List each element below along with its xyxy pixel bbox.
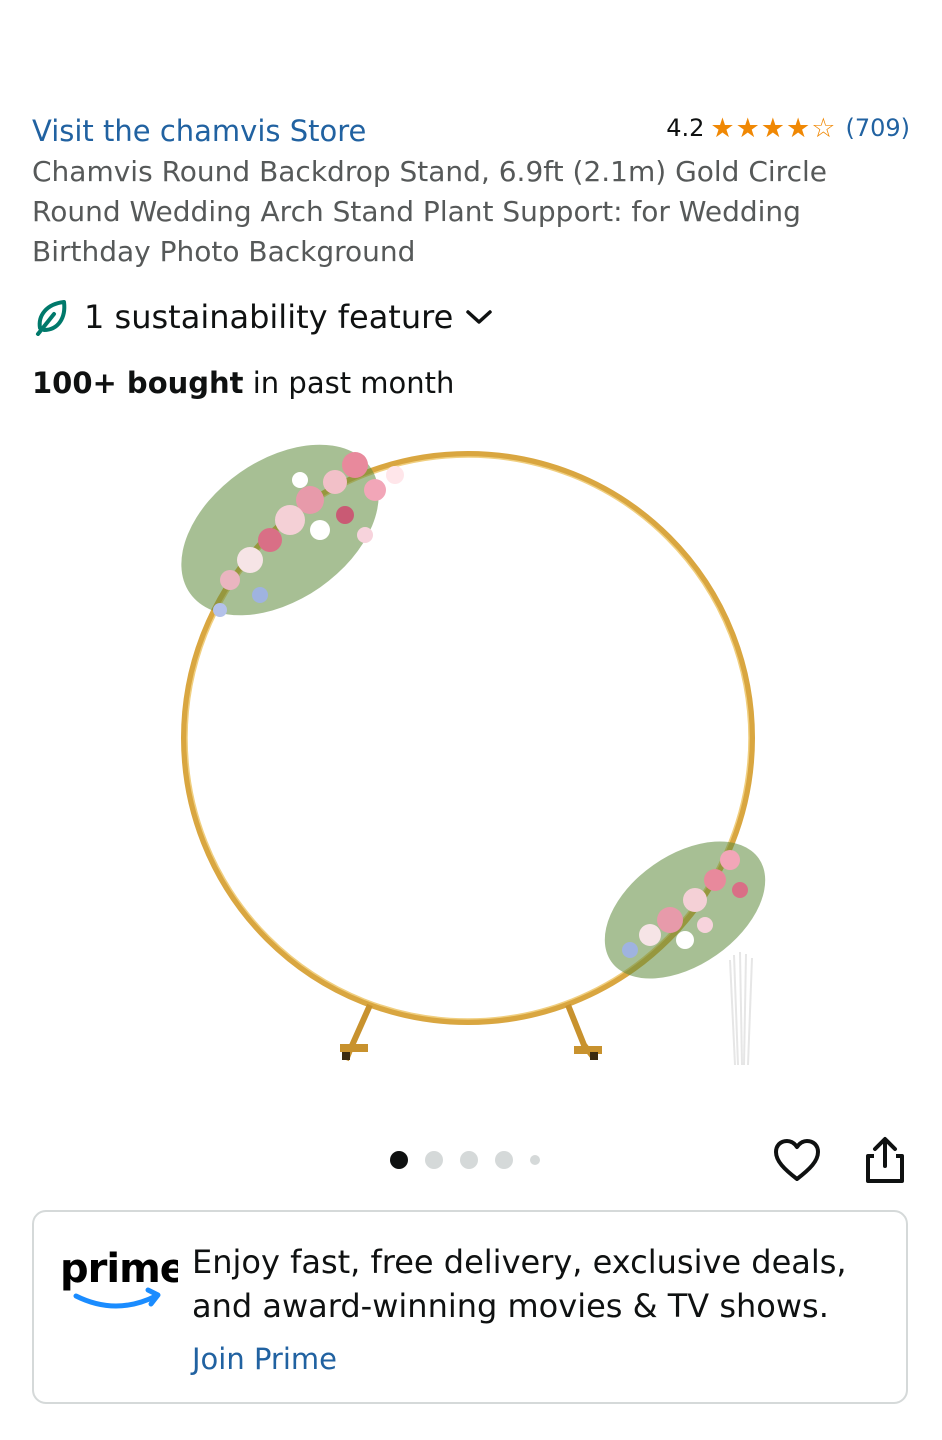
product-image[interactable] [160,420,800,1100]
star-rating: ★ ★ ★ ★ ☆ [710,115,835,142]
star-full-icon: ★ [735,112,760,144]
visit-store-link[interactable]: Visit the chamvis Store [32,114,366,148]
product-title: Chamvis Round Backdrop Stand, 6.9ft (2.1… [32,155,827,268]
bought-count: 100+ bought [32,366,244,400]
carousel-dot[interactable] [530,1155,540,1165]
star-empty-icon: ☆ [811,112,836,144]
rating-value: 4.2 [666,114,705,142]
carousel-dot[interactable] [495,1151,513,1169]
image-carousel-indicator [390,1151,540,1169]
sustainability-feature-toggle[interactable]: 1 sustainability feature [34,298,493,336]
bought-suffix: in past month [243,366,455,400]
star-full-icon: ★ [760,112,786,144]
heart-icon[interactable] [772,1136,822,1186]
prime-message: Enjoy fast, free delivery, exclusive dea… [192,1243,847,1325]
share-icon[interactable] [860,1134,910,1186]
join-prime-link[interactable]: Join Prime [192,1342,337,1376]
bought-in-past-month: 100+ bought in past month [32,366,454,400]
sustainability-label: 1 sustainability feature [84,298,454,336]
carousel-dot[interactable] [460,1151,478,1169]
star-full-icon: ★ [786,112,811,144]
prime-logo: prime [60,1246,178,1309]
prime-promo-card: prime Enjoy fast, free delivery, exclusi… [32,1210,908,1404]
rating-summary[interactable]: 4.2 ★ ★ ★ ★ ☆ (709) [666,114,910,142]
prime-logo-text: prime [60,1246,178,1292]
star-full-icon: ★ [710,112,735,144]
carousel-dot[interactable] [390,1151,408,1169]
chevron-down-icon [466,310,493,324]
carousel-dot[interactable] [425,1151,443,1169]
leaf-icon [36,300,67,336]
rating-count-link[interactable]: (709) [845,114,910,142]
